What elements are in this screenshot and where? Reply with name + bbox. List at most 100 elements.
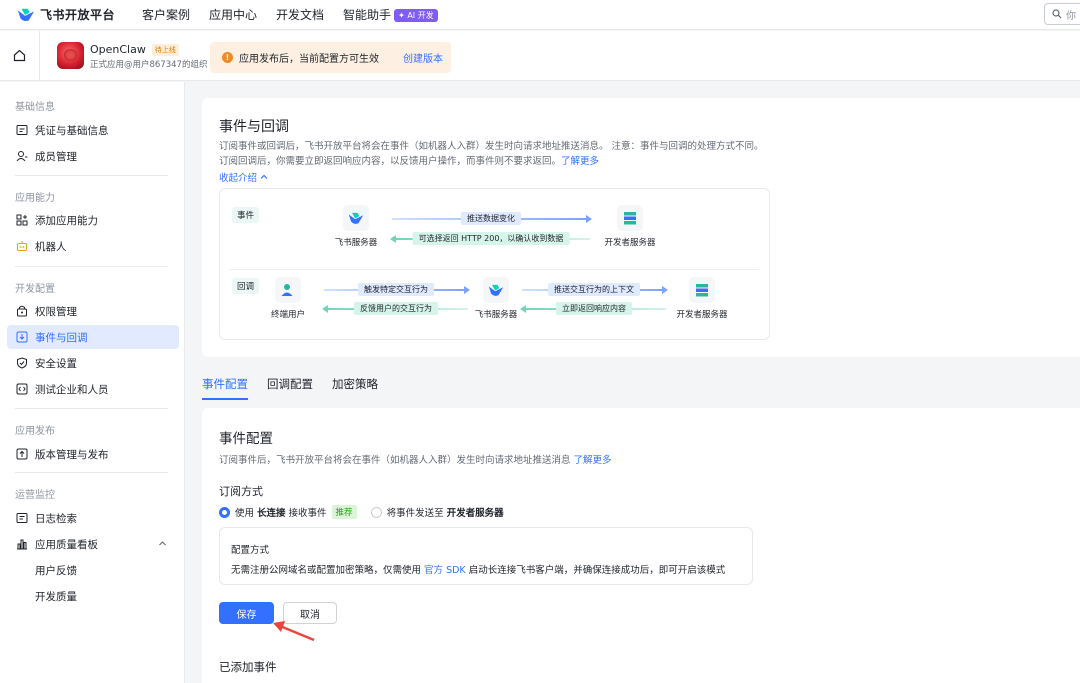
top-nav: 飞书开放平台 客户案例 应用中心 开发文档 智能助手 ✦ AI 开发 你 xyxy=(0,0,1080,30)
annotation-arrow-icon xyxy=(273,621,315,642)
robot-icon xyxy=(16,240,28,252)
sidebar-item-user-feedback[interactable]: 用户反馈 xyxy=(7,558,179,582)
sidebar-item-events[interactable]: 事件与回调 xyxy=(7,325,179,349)
home-button[interactable] xyxy=(0,30,40,81)
app-header: OpenClaw 待上线 正式应用@用户867347的组织 ! 应用发布后，当前配… xyxy=(0,30,1080,81)
brand-name: 飞书开放平台 xyxy=(40,8,116,22)
radio-long-connection[interactable] xyxy=(219,506,230,518)
sidebar-item-label: 开发质量 xyxy=(35,590,77,603)
tab-event-config[interactable]: 事件配置 xyxy=(202,376,248,400)
sidebar-item-label: 事件与回调 xyxy=(35,331,88,344)
arrow-label: 推送数据变化 xyxy=(461,212,521,225)
sidebar-item-credentials[interactable]: 凭证与基础信息 xyxy=(7,118,179,142)
add-capability-icon xyxy=(16,214,28,226)
app-owner: 正式应用@用户867347的组织 xyxy=(90,59,208,70)
sidebar-item-add-capability[interactable]: 添加应用能力 xyxy=(7,208,179,232)
server-icon xyxy=(689,277,715,303)
sidebar-group-dev: 开发配置 xyxy=(15,284,55,295)
server-icon xyxy=(617,205,643,231)
sidebar-item-dev-quality[interactable]: 开发质量 xyxy=(7,584,179,608)
nav-customer-cases[interactable]: 客户案例 xyxy=(142,6,190,23)
official-sdk-link[interactable]: 官方 SDK xyxy=(424,565,466,576)
chevron-up-icon xyxy=(159,541,166,546)
end-user-node: 终端用户 xyxy=(248,277,328,320)
sidebar-item-members[interactable]: 成员管理 xyxy=(7,144,179,168)
arrow-label: 立即返回响应内容 xyxy=(556,302,632,315)
return-200-arrow: 可选择返回 HTTP 200，以确认收到数据 xyxy=(390,232,590,245)
sidebar-item-permissions[interactable]: 权限管理 xyxy=(7,299,179,323)
arrow-label: 触发特定交互行为 xyxy=(358,283,434,296)
ai-dev-badge: ✦ AI 开发 xyxy=(394,9,438,22)
sidebar-group-capability: 应用能力 xyxy=(15,193,55,204)
warning-icon: ! xyxy=(222,52,233,63)
nav-app-center[interactable]: 应用中心 xyxy=(209,6,257,23)
create-version-link[interactable]: 创建版本 xyxy=(403,50,443,65)
save-button[interactable]: 保存 xyxy=(219,602,274,624)
test-icon xyxy=(16,383,28,395)
nav-assistant-label: 智能助手 xyxy=(343,8,392,22)
section-description: 订阅事件后，飞书开放平台将会在事件（如机器人入群）发生时向请求地址推送消息 了解… xyxy=(219,455,612,466)
sidebar-item-publish[interactable]: 版本管理与发布 xyxy=(7,442,179,466)
sidebar-group-basic: 基础信息 xyxy=(15,102,55,113)
sidebar-divider xyxy=(15,266,168,267)
sidebar-item-label: 测试企业和人员 xyxy=(35,383,109,396)
learn-more-link[interactable]: 了解更多 xyxy=(561,156,599,167)
credential-icon xyxy=(16,124,28,136)
sidebar-item-logs[interactable]: 日志检索 xyxy=(7,506,179,530)
app-avatar xyxy=(57,42,84,69)
flow-diagram: 事件 飞书服务器 推送数据变化 可选择返回 HTTP 200，以确认收到数据 开… xyxy=(219,188,770,340)
sidebar-group-publish: 应用发布 xyxy=(15,426,55,437)
sidebar: 基础信息 凭证与基础信息 成员管理 应用能力 添加应用能力 机器人 开发配置 权… xyxy=(0,82,185,683)
status-badge: 待上线 xyxy=(151,43,179,56)
nav-assistant[interactable]: 智能助手 ✦ AI 开发 xyxy=(343,6,438,23)
event-config-card: 事件配置 订阅事件后，飞书开放平台将会在事件（如机器人入群）发生时向请求地址推送… xyxy=(202,408,1080,683)
sidebar-item-label: 成员管理 xyxy=(35,150,77,163)
radio-dev-server[interactable] xyxy=(370,506,382,518)
recommended-badge: 推荐 xyxy=(331,505,357,519)
sidebar-item-label: 用户反馈 xyxy=(35,564,77,577)
sidebar-item-quality-board[interactable]: 应用质量看板 xyxy=(7,532,179,556)
sidebar-item-label: 机器人 xyxy=(35,240,67,253)
feishu-server-node: 飞书服务器 xyxy=(316,205,396,248)
sidebar-item-security[interactable]: 安全设置 xyxy=(7,351,179,375)
push-data-arrow: 推送数据变化 xyxy=(392,212,592,225)
section-title: 事件配置 xyxy=(219,431,273,447)
nav-dev-docs[interactable]: 开发文档 xyxy=(276,6,324,23)
sidebar-item-test-users[interactable]: 测试企业和人员 xyxy=(7,377,179,401)
feedback-arrow: 反馈用户的交互行为 xyxy=(322,302,468,315)
sidebar-item-robot[interactable]: 机器人 xyxy=(7,234,179,258)
subscription-options: 使用 长连接 接收事件 推荐 将事件发送至 开发者服务器 xyxy=(219,505,507,519)
feishu-logo-icon xyxy=(343,205,369,231)
search-input[interactable]: 你 xyxy=(1044,3,1080,25)
publish-notice: ! 应用发布后，当前配置方可生效 创建版本 xyxy=(210,42,451,73)
config-method-box: 配置方式 无需注册公网域名或配置加密策略，仅需使用 官方 SDK 启动长连接飞书… xyxy=(219,527,753,585)
sidebar-group-monitor: 运营监控 xyxy=(15,490,55,501)
app-name: OpenClaw xyxy=(90,42,146,56)
log-icon xyxy=(16,512,28,524)
subscription-label: 订阅方式 xyxy=(219,485,263,498)
sidebar-item-label: 安全设置 xyxy=(35,357,77,370)
event-tag: 事件 xyxy=(232,207,260,223)
brand[interactable]: 飞书开放平台 xyxy=(17,6,142,23)
sidebar-item-label: 版本管理与发布 xyxy=(35,448,109,461)
dev-server-node: 开发者服务器 xyxy=(662,277,742,320)
tab-callback-config[interactable]: 回调配置 xyxy=(267,376,313,400)
config-method-title: 配置方式 xyxy=(231,545,270,556)
node-label: 飞书服务器 xyxy=(334,238,378,248)
sidebar-item-label: 添加应用能力 xyxy=(35,214,98,227)
dev-server-node: 开发者服务器 xyxy=(590,205,670,248)
arrow-label: 可选择返回 HTTP 200，以确认收到数据 xyxy=(412,232,570,245)
learn-more-link[interactable]: 了解更多 xyxy=(574,455,612,466)
collapse-intro-toggle[interactable]: 收起介绍 xyxy=(219,170,268,184)
push-context-arrow: 推送交互行为的上下文 xyxy=(522,283,668,296)
member-icon xyxy=(16,150,28,162)
arrow-label: 反馈用户的交互行为 xyxy=(354,302,438,315)
search-icon xyxy=(1052,9,1062,19)
shield-icon xyxy=(16,357,28,369)
search-placeholder: 你 xyxy=(1066,10,1076,22)
tab-encryption[interactable]: 加密策略 xyxy=(332,376,378,400)
sidebar-item-label: 日志检索 xyxy=(35,512,77,525)
sidebar-divider xyxy=(15,472,168,473)
sidebar-divider xyxy=(15,408,168,409)
sidebar-item-label: 凭证与基础信息 xyxy=(35,124,109,137)
